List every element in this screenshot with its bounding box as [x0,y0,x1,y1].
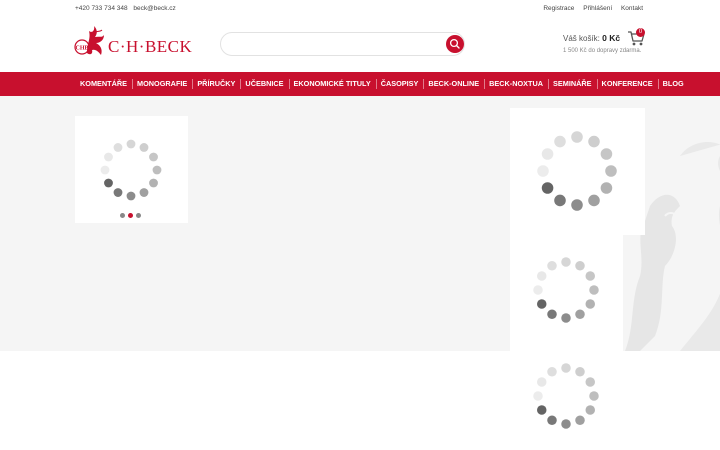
spinner-dot [589,391,599,401]
nav-item-casopisy[interactable]: ČASOPISY [375,72,424,96]
cart-total: 0 Kč [602,33,621,43]
spinner-dot [585,405,596,415]
svg-text:CHB: CHB [75,46,88,52]
spinner-dot [554,194,566,207]
spinner-dot [585,377,596,387]
spinner-dot [100,165,110,175]
spinner-dot [575,366,585,377]
spinner-dot [536,299,547,309]
spinner-dot [571,199,583,211]
spinner-dot [152,165,162,175]
nav-item-komentare[interactable]: KOMENTÁŘE [75,72,132,96]
spinner-dot [139,188,149,197]
carousel-dot[interactable] [136,213,141,218]
spinner-dot [571,131,583,143]
loading-spinner-icon [533,363,599,429]
spinner-dot [547,415,557,426]
spinner-dot [533,391,543,401]
spinner-dot [541,182,554,194]
carousel-dot[interactable] [120,213,125,218]
spinner-dot [113,143,123,152]
spinner-dot [104,178,113,188]
spinner-dot [547,260,557,271]
loading-spinner-icon [537,131,617,211]
griffin-logo-icon: CHB [74,26,104,55]
spinner-dot [588,194,600,207]
nav-item-beck-noxtua[interactable]: BECK-NOXTUA [484,72,548,96]
cart-summary[interactable]: Váš košík: 0 Kč [563,33,620,43]
contact-link[interactable]: Kontakt [621,5,643,12]
spinner-dot [585,271,596,281]
spinner-dot [547,309,557,320]
spinner-dot [561,363,571,373]
search-icon [449,38,460,49]
cart-count-badge: 0 [636,28,645,37]
spinner-dot [139,143,149,152]
spinner-dot [533,285,543,295]
spinner-dot [536,405,547,415]
nav-item-ekonomicke-tituly[interactable]: EKONOMICKÉ TITULY [288,72,376,96]
nav-item-monografie[interactable]: MONOGRAFIE [132,72,192,96]
spinner-dot [126,191,136,201]
spinner-dot [605,165,617,177]
nav-item-beck-online[interactable]: BECK-ONLINE [423,72,484,96]
spinner-dot [126,139,136,149]
search-button[interactable] [446,35,464,53]
nav-item-blog[interactable]: BLOG [657,72,689,96]
account-links: Registrace Přihlášení Kontakt [536,5,643,12]
spinner-dot [536,271,547,281]
main-navigation: KOMENTÁŘE MONOGRAFIE PŘÍRUČKY UČEBNICE E… [0,72,720,96]
login-link[interactable]: Přihlášení [583,5,612,12]
nav-item-konference[interactable]: KONFERENCE [596,72,658,96]
nav-item-seminare[interactable]: SEMINÁŘE [548,72,597,96]
spinner-dot [536,377,547,387]
spinner-dot [561,257,571,267]
contact-info: +420 733 734 348 beck@beck.cz [75,5,180,12]
free-shipping-note: 1 500 Kč do dopravy zdarma. [563,48,642,54]
spinner-dot [149,152,158,162]
spinner-dot [113,188,123,197]
site-header: CHB C·H·BECK Váš košík: 0 Kč 1 500 Kč do… [0,17,720,72]
nav-item-ucebnice[interactable]: UČEBNICE [240,72,288,96]
spinner-dot [561,313,571,323]
spinner-dot [575,260,585,271]
carousel-dot-active[interactable] [128,213,133,218]
spinner-dot [561,419,571,429]
phone-link[interactable]: +420 733 734 348 [75,5,128,12]
carousel-pagination [120,213,141,218]
top-bar: +420 733 734 348 beck@beck.cz Registrace… [0,0,720,17]
spinner-dot [104,152,113,162]
spinner-dot [589,285,599,295]
spinner-dot [588,135,600,148]
logo-wordmark: C·H·BECK [108,37,193,56]
loading-spinner-icon [100,139,162,201]
email-link[interactable]: beck@beck.cz [133,5,175,12]
loading-spinner-icon [533,257,599,323]
cart-label: Váš košík: [563,34,600,43]
spinner-dot [547,366,557,377]
spinner-dot [554,135,566,148]
spinner-dot [537,165,549,177]
search-bar [220,32,465,56]
nav-item-prirucky[interactable]: PŘÍRUČKY [192,72,240,96]
spinner-dot [585,299,596,309]
site-logo[interactable]: CHB C·H·BECK [73,25,192,59]
spinner-dot [600,148,613,160]
search-input[interactable] [231,37,431,51]
spinner-dot [541,148,554,160]
register-link[interactable]: Registrace [543,5,574,12]
spinner-dot [149,178,158,188]
spinner-dot [600,182,613,194]
spinner-dot [575,309,585,320]
spinner-dot [575,415,585,426]
